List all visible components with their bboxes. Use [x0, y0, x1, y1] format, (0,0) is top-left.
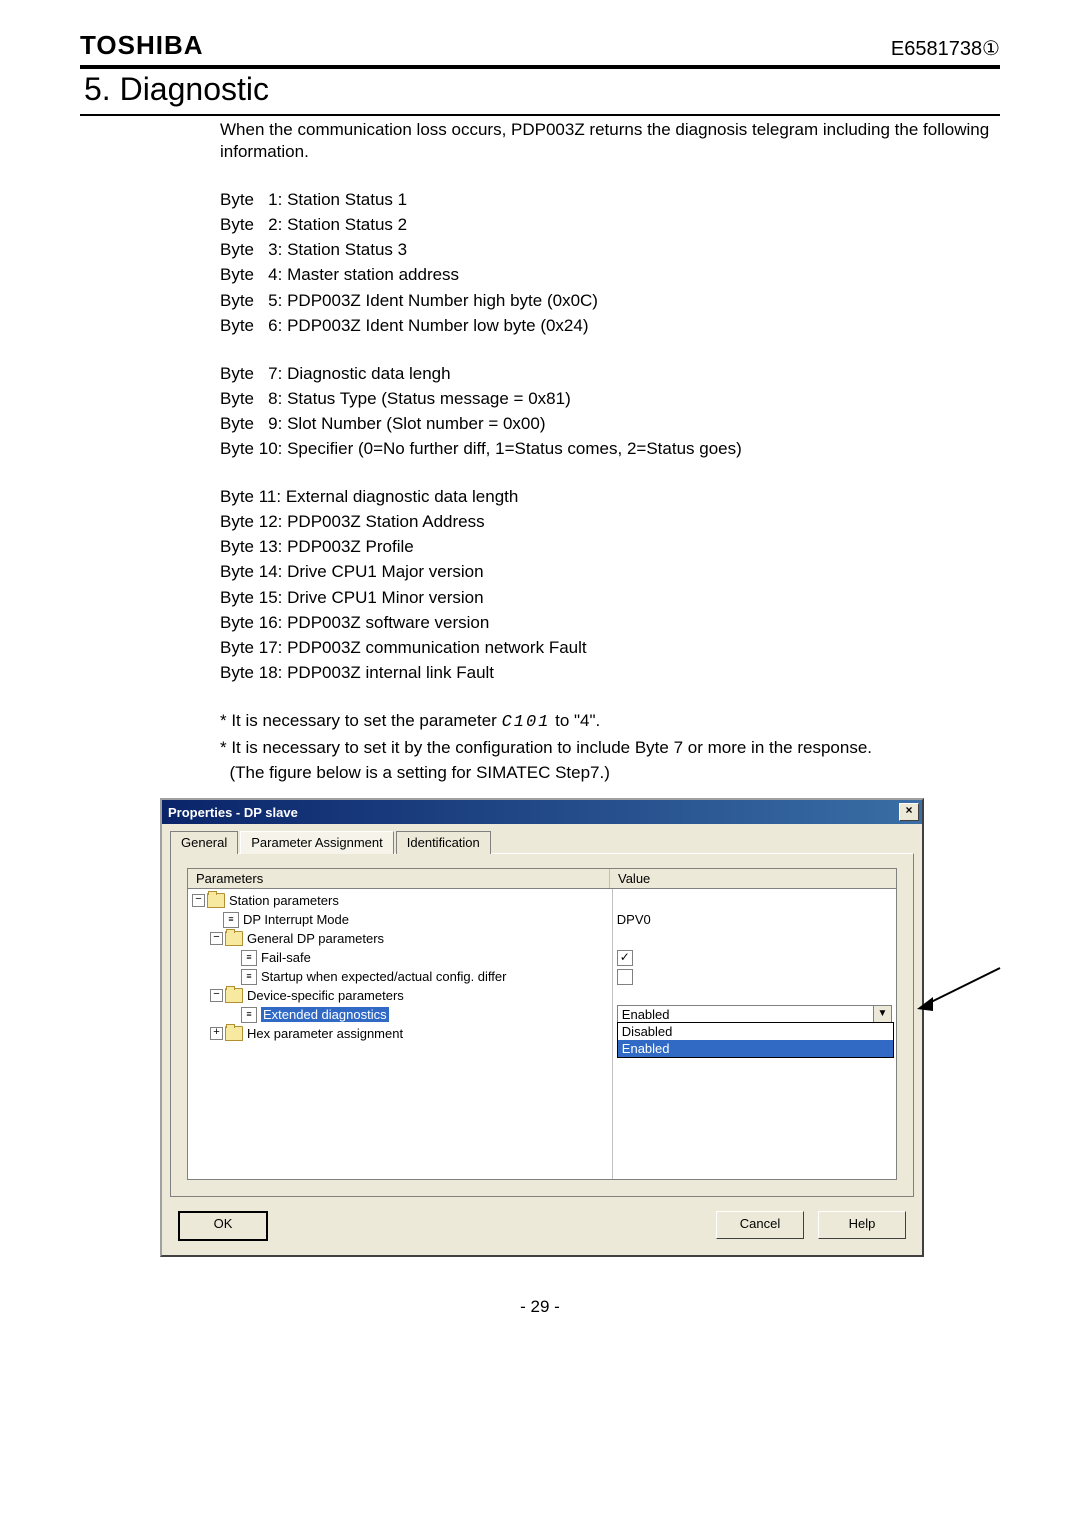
collapse-icon[interactable]: − — [210, 989, 223, 1002]
dropdown-option-disabled[interactable]: Disabled — [618, 1023, 893, 1040]
byte-line: Byte 12: PDP003Z Station Address — [220, 511, 990, 533]
note-line: * It is necessary to set it by the confi… — [220, 737, 990, 759]
checkbox-unchecked-icon[interactable] — [617, 969, 633, 985]
tree-node-station-parameters[interactable]: − Station parameters — [192, 891, 608, 910]
folder-icon — [225, 1026, 243, 1041]
intro-text: When the communication loss occurs, PDP0… — [220, 119, 990, 163]
tree-node-extended-diagnostics[interactable]: ≡ Extended diagnostics — [192, 1005, 608, 1024]
dropdown-option-enabled[interactable]: Enabled — [618, 1040, 893, 1057]
folder-icon — [225, 988, 243, 1003]
byte-line: Byte 2: Station Status 2 — [220, 214, 990, 236]
leaf-icon: ≡ — [241, 969, 257, 985]
leaf-icon: ≡ — [223, 912, 239, 928]
folder-icon — [207, 893, 225, 908]
expand-icon[interactable]: + — [210, 1027, 223, 1040]
column-header-parameters: Parameters — [188, 869, 610, 888]
extended-diagnostics-dropdown-list[interactable]: Disabled Enabled — [617, 1022, 894, 1058]
value-startup-config-differ[interactable] — [617, 967, 892, 986]
value-dp-interrupt-mode[interactable]: DPV0 — [617, 910, 892, 929]
page-number: - 29 - — [80, 1297, 1000, 1317]
checkbox-checked-icon[interactable]: ✓ — [617, 950, 633, 966]
byte-line: Byte 5: PDP003Z Ident Number high byte (… — [220, 290, 990, 312]
leaf-icon: ≡ — [241, 950, 257, 966]
tab-parameter-assignment[interactable]: Parameter Assignment — [240, 831, 394, 854]
ok-button[interactable]: OK — [178, 1211, 268, 1241]
tree-node-dp-interrupt-mode[interactable]: ≡ DP Interrupt Mode — [192, 910, 608, 929]
byte-line: Byte 11: External diagnostic data length — [220, 486, 990, 508]
column-header-value: Value — [610, 869, 896, 888]
byte-line: Byte 10: Specifier (0=No further diff, 1… — [220, 438, 990, 460]
byte-line: Byte 9: Slot Number (Slot number = 0x00) — [220, 413, 990, 435]
byte-line: Byte 14: Drive CPU1 Major version — [220, 561, 990, 583]
byte-line: Byte 3: Station Status 3 — [220, 239, 990, 261]
tree-node-startup-config-differ[interactable]: ≡ Startup when expected/actual config. d… — [192, 967, 608, 986]
section-title: 5. Diagnostic — [80, 65, 1000, 116]
byte-line: Byte 8: Status Type (Status message = 0x… — [220, 388, 990, 410]
byte-line: Byte 15: Drive CPU1 Minor version — [220, 587, 990, 609]
tree-node-general-dp-parameters[interactable]: − General DP parameters — [192, 929, 608, 948]
dialog-title: Properties - DP slave — [168, 805, 298, 820]
brand-logo: TOSHIBA — [80, 30, 204, 61]
cancel-button[interactable]: Cancel — [716, 1211, 804, 1239]
byte-line: Byte 6: PDP003Z Ident Number low byte (0… — [220, 315, 990, 337]
value-fail-safe[interactable]: ✓ — [617, 948, 892, 967]
tree-node-device-specific-parameters[interactable]: − Device-specific parameters — [192, 986, 608, 1005]
note-line: * It is necessary to set the parameter C… — [220, 710, 990, 734]
folder-icon — [225, 931, 243, 946]
close-button[interactable]: × — [899, 803, 919, 821]
callout-arrow-icon — [915, 963, 1005, 1023]
chevron-down-icon[interactable]: ▼ — [873, 1006, 891, 1023]
byte-line: Byte 7: Diagnostic data lengh — [220, 363, 990, 385]
note-line: (The figure below is a setting for SIMAT… — [220, 762, 990, 784]
byte-line: Byte 18: PDP003Z internal link Fault — [220, 662, 990, 684]
tab-general[interactable]: General — [170, 831, 238, 854]
byte-line: Byte 4: Master station address — [220, 264, 990, 286]
leaf-icon: ≡ — [241, 1007, 257, 1023]
dp-slave-properties-dialog: Properties - DP slave × General Paramete… — [160, 798, 924, 1257]
doc-code: E6581738① — [891, 36, 1000, 61]
byte-line: Byte 16: PDP003Z software version — [220, 612, 990, 634]
tree-node-hex-parameter-assignment[interactable]: + Hex parameter assignment — [192, 1024, 608, 1043]
collapse-icon[interactable]: − — [192, 894, 205, 907]
byte-line: Byte 17: PDP003Z communication network F… — [220, 637, 990, 659]
help-button[interactable]: Help — [818, 1211, 906, 1239]
tab-identification[interactable]: Identification — [396, 831, 491, 854]
byte-line: Byte 13: PDP003Z Profile — [220, 536, 990, 558]
tree-node-fail-safe[interactable]: ≡ Fail-safe — [192, 948, 608, 967]
collapse-icon[interactable]: − — [210, 932, 223, 945]
param-code: C101 — [502, 713, 551, 732]
byte-line: Byte 1: Station Status 1 — [220, 189, 990, 211]
